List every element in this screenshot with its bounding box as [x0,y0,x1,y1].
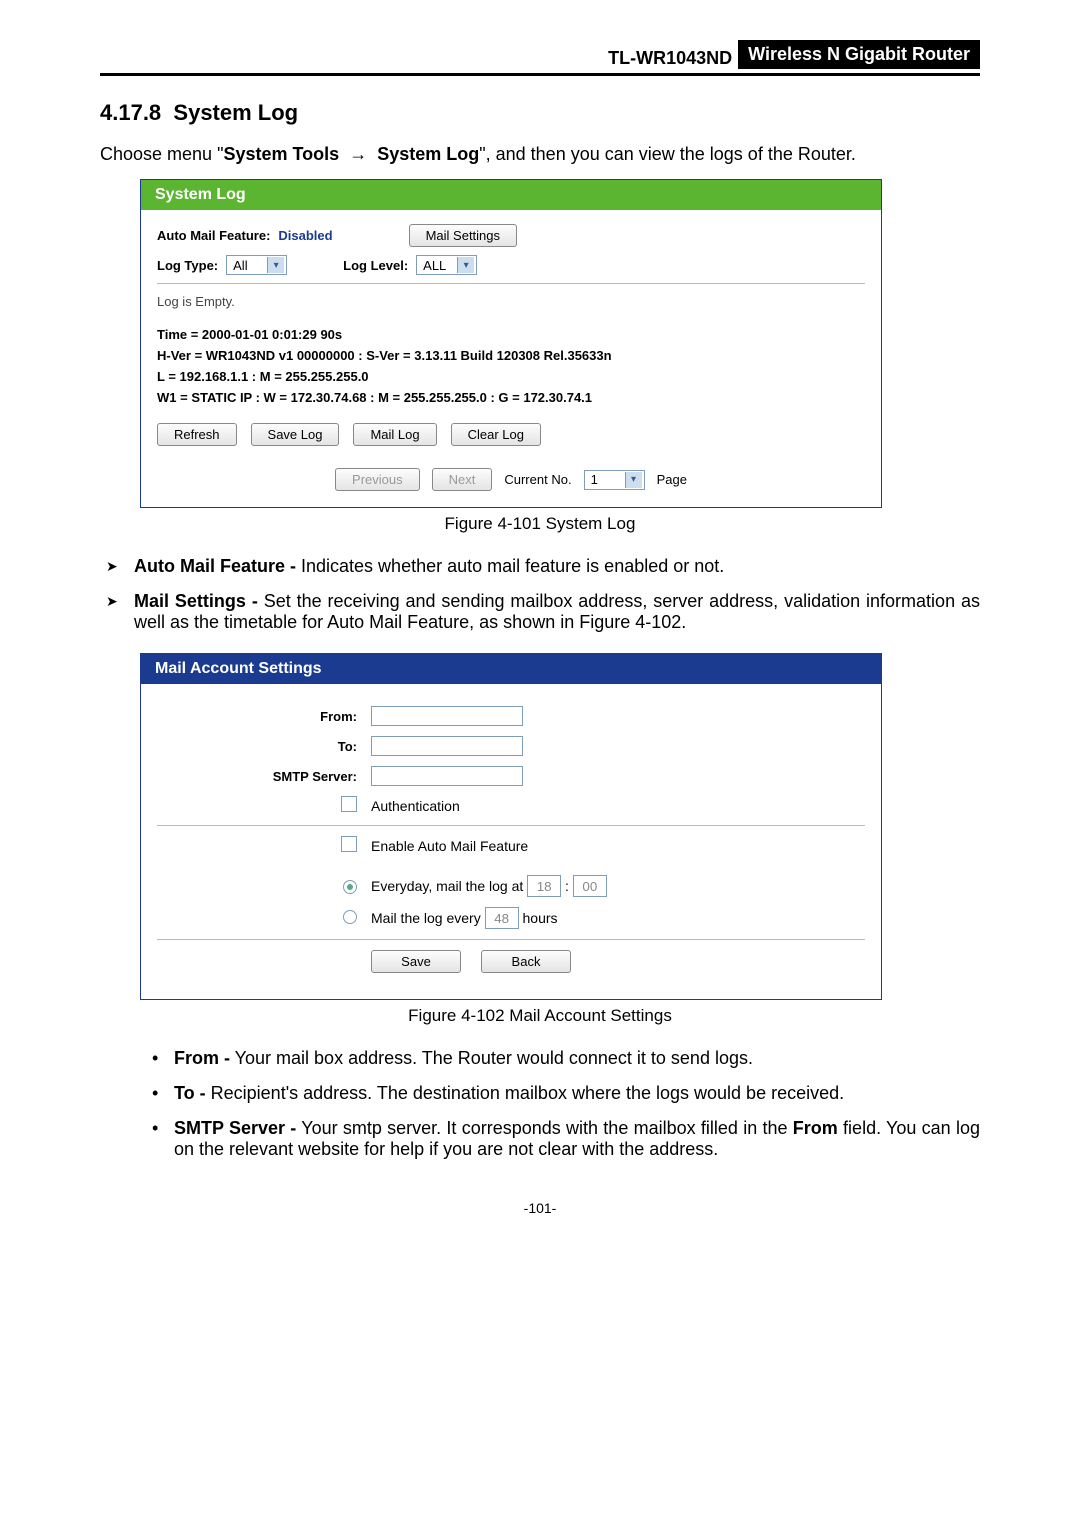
page-number: -101- [100,1200,980,1216]
list-item: From - Your mail box address. The Router… [174,1048,980,1069]
chevron-down-icon: ▾ [457,257,474,273]
to-input[interactable] [371,736,523,756]
previous-button[interactable]: Previous [335,468,420,491]
chevron-down-icon: ▾ [267,257,284,273]
log-type-label: Log Type: [157,258,218,273]
to-label: To: [157,739,371,754]
smtp-label: SMTP Server: [157,769,371,784]
next-button[interactable]: Next [432,468,493,491]
save-button[interactable]: Save [371,950,461,973]
log-level-label: Log Level: [343,258,408,273]
schedule-interval-label: Mail the log every [371,910,481,926]
mail-log-button[interactable]: Mail Log [353,423,436,446]
enable-automail-label: Enable Auto Mail Feature [371,838,528,854]
mail-settings-button[interactable]: Mail Settings [409,224,517,247]
chevron-down-icon: ▾ [625,472,642,488]
arrow-right-icon: → [344,144,372,165]
log-level-select[interactable]: ALL ▾ [416,255,477,275]
from-input[interactable] [371,706,523,726]
schedule-interval-input[interactable] [485,907,519,929]
enable-automail-checkbox[interactable] [341,836,357,852]
section-heading: 4.17.8 System Log [100,100,980,126]
refresh-button[interactable]: Refresh [157,423,237,446]
list-item: To - Recipient's address. The destinatio… [174,1083,980,1104]
back-button[interactable]: Back [481,950,571,973]
figure-mail-account: Mail Account Settings From: To: SMTP Ser… [140,653,882,1000]
figure-system-log: System Log Auto Mail Feature: Disabled M… [140,179,882,508]
field-list: From - Your mail box address. The Router… [100,1048,980,1160]
schedule-interval-unit: hours [523,910,558,926]
from-label: From: [157,709,371,724]
page-header: TL-WR1043ND Wireless N Gigabit Router [100,40,980,76]
schedule-minute-input[interactable] [573,875,607,897]
auto-mail-value: Disabled [278,228,332,243]
panel-title: System Log [141,180,881,210]
info-wan: W1 = STATIC IP : W = 172.30.74.68 : M = … [157,390,865,405]
schedule-interval-radio[interactable] [343,910,357,924]
auto-mail-label: Auto Mail Feature: [157,228,270,243]
list-item: Mail Settings - Set the receiving and se… [134,591,980,633]
save-log-button[interactable]: Save Log [251,423,340,446]
auth-checkbox[interactable] [341,796,357,812]
header-tagline: Wireless N Gigabit Router [738,40,980,69]
figure-caption: Figure 4-102 Mail Account Settings [100,1006,980,1026]
log-empty-text: Log is Empty. [157,294,865,309]
current-no-select[interactable]: 1 ▾ [584,470,645,490]
header-model: TL-WR1043ND [608,48,732,69]
figure-caption: Figure 4-101 System Log [100,514,980,534]
current-no-label: Current No. [504,472,571,487]
feature-list: Auto Mail Feature - Indicates whether au… [100,556,980,633]
schedule-daily-radio[interactable] [343,880,357,894]
panel-title: Mail Account Settings [141,654,881,684]
schedule-daily-label: Everyday, mail the log at [371,878,523,894]
clear-log-button[interactable]: Clear Log [451,423,541,446]
page-label: Page [657,472,687,487]
smtp-input[interactable] [371,766,523,786]
log-type-select[interactable]: All ▾ [226,255,287,275]
auth-label: Authentication [371,798,460,814]
list-item: SMTP Server - Your smtp server. It corre… [174,1118,980,1160]
info-version: H-Ver = WR1043ND v1 00000000 : S-Ver = 3… [157,348,865,363]
intro-paragraph: Choose menu "System Tools → System Log",… [100,144,980,165]
schedule-hour-input[interactable] [527,875,561,897]
info-lan: L = 192.168.1.1 : M = 255.255.255.0 [157,369,865,384]
info-time: Time = 2000-01-01 0:01:29 90s [157,327,865,342]
list-item: Auto Mail Feature - Indicates whether au… [134,556,980,577]
